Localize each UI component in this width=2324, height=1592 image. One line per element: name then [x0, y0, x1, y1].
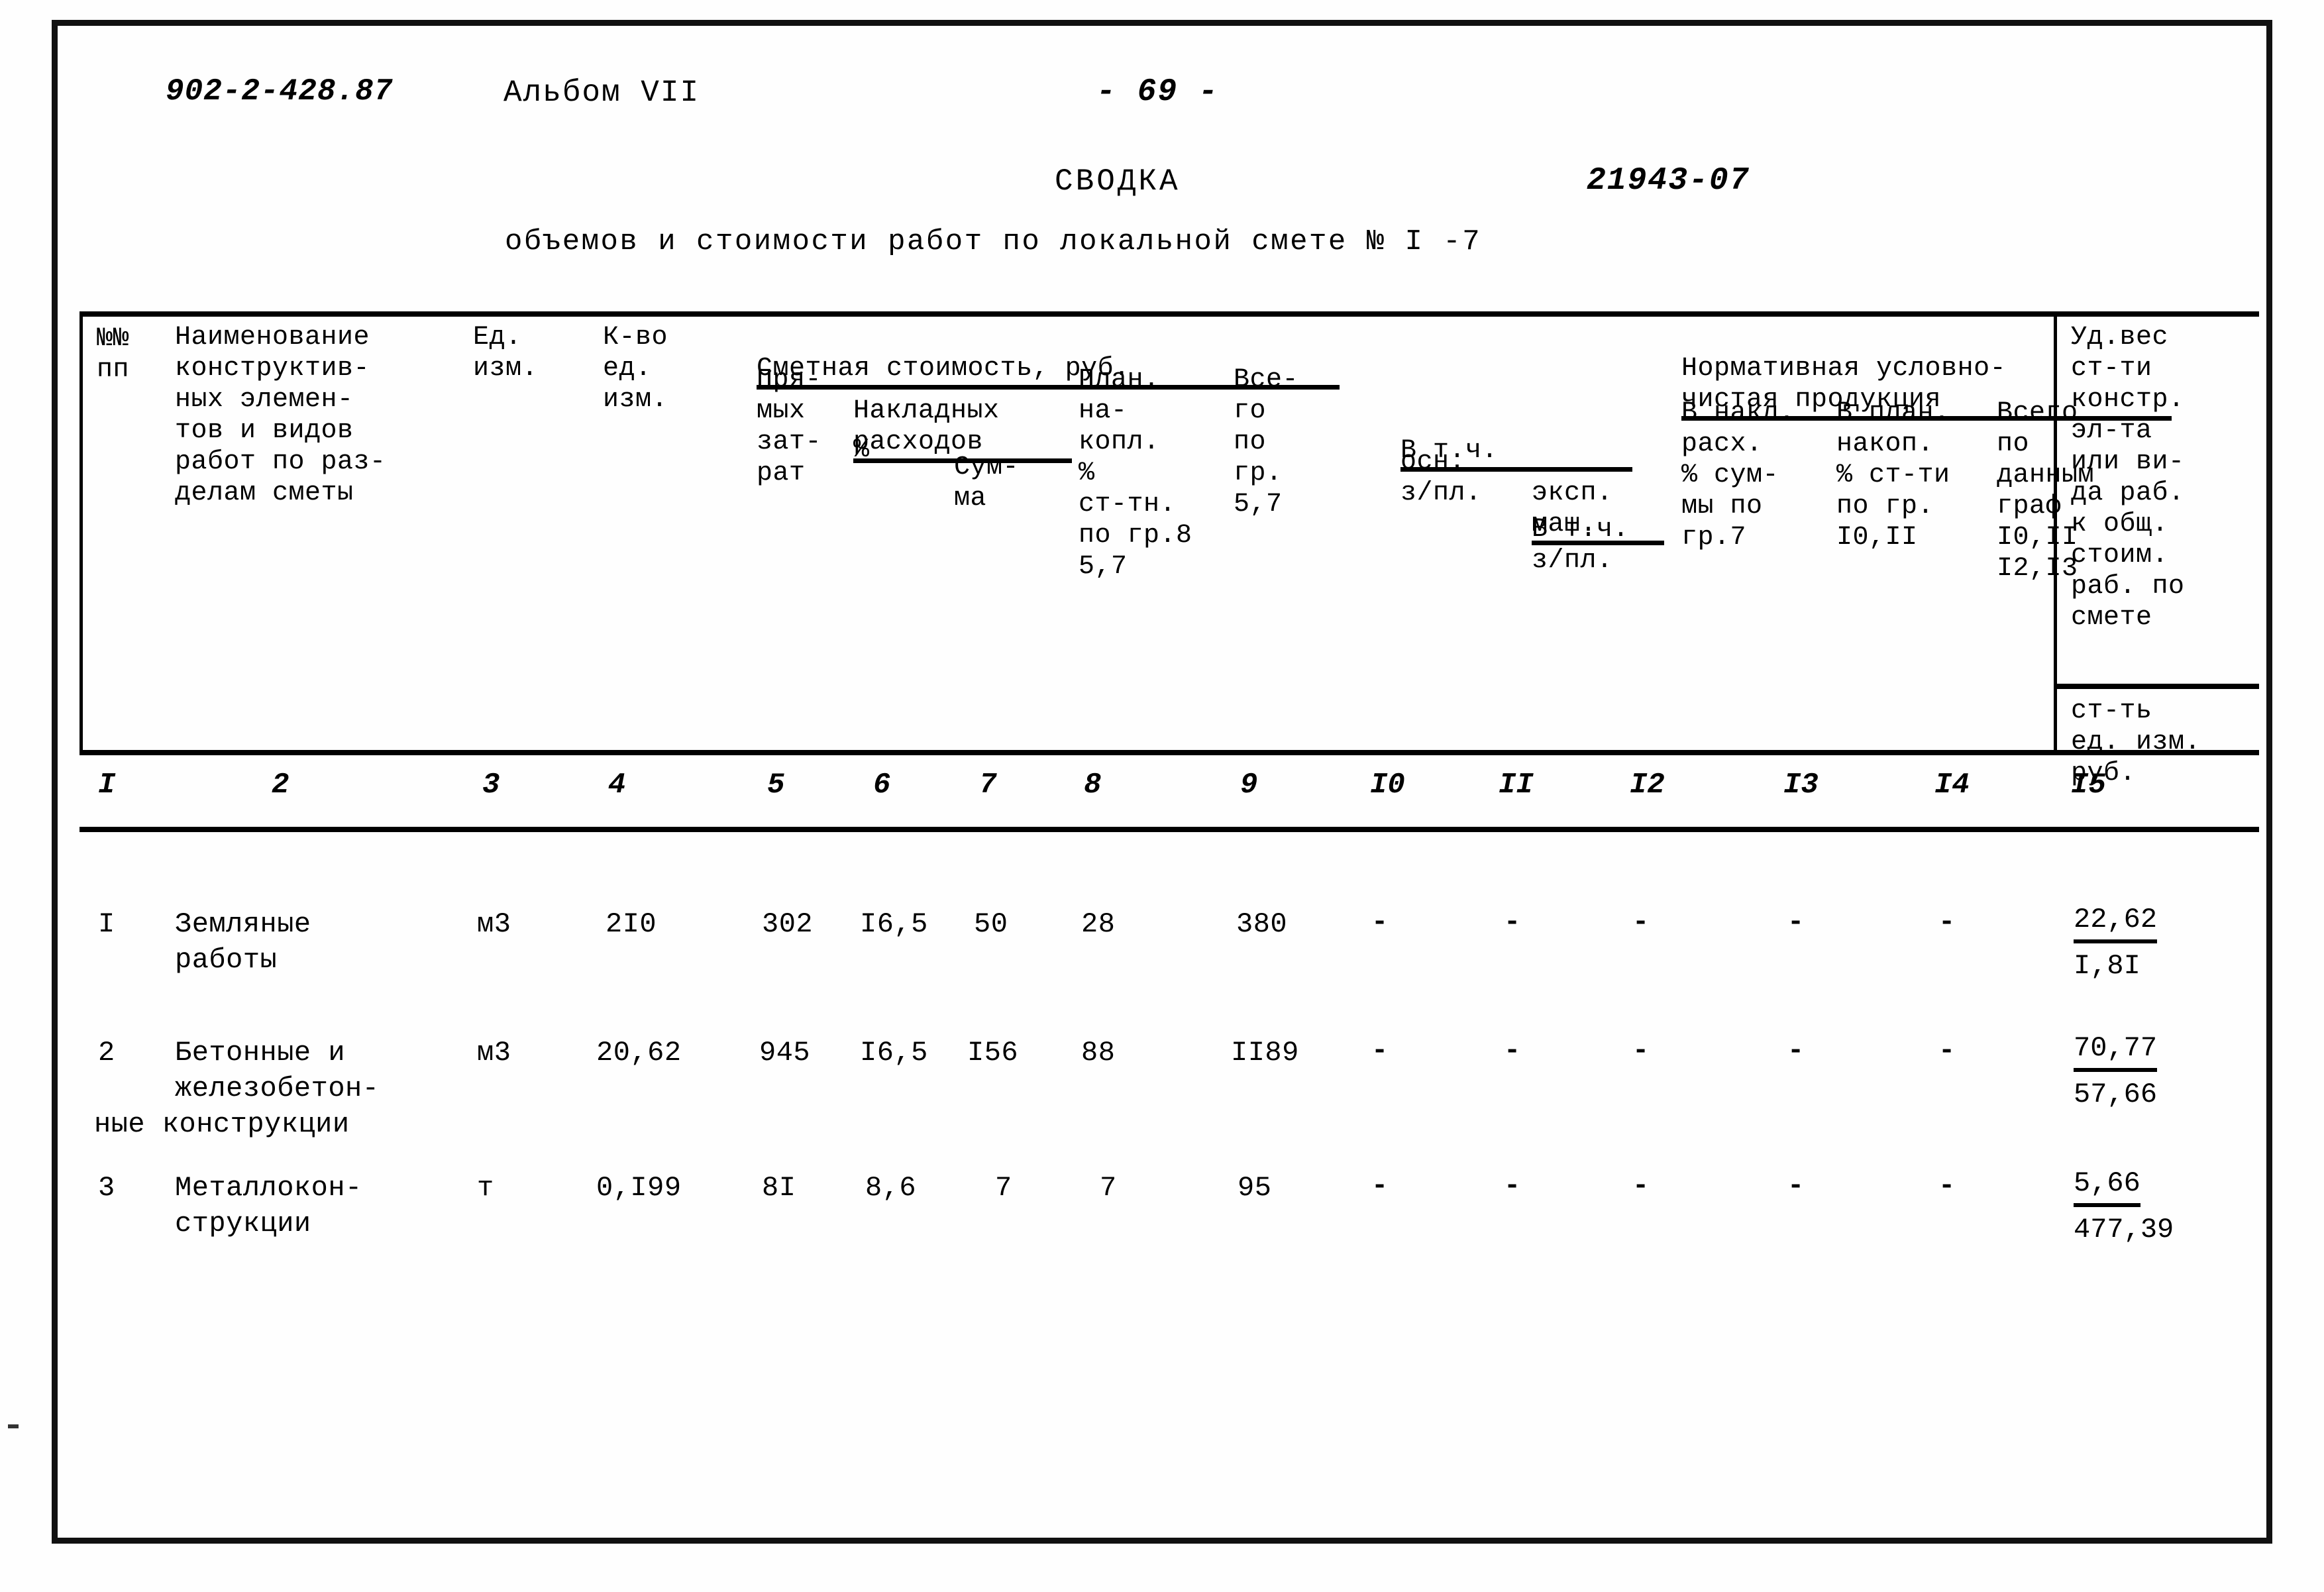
colnumber-3: 3: [482, 769, 500, 802]
row1-share-bottom: I,8I: [2074, 950, 2140, 982]
table-rule-col15-split: [2054, 684, 2259, 689]
row3-nuchp-total: -: [1938, 1170, 1956, 1202]
row1-direct: 302: [762, 908, 814, 940]
row3-machine-exp: -: [1504, 1170, 1521, 1202]
header-col10-main-wage: осн. з/пл.: [1400, 447, 1482, 508]
header-col3-unit: Ед. изм.: [473, 323, 539, 384]
row3-nuchp-overhead: -: [1632, 1170, 1650, 1202]
row1-machine-exp: -: [1504, 906, 1521, 938]
colnumber-10: I0: [1370, 769, 1405, 802]
row1-share: 22,62 I,8I: [2074, 901, 2259, 984]
album-label: Альбом VII: [503, 76, 700, 110]
header-col4-qty: К-во ед. изм.: [603, 323, 668, 415]
row2-plan-accum: 88: [1081, 1037, 1116, 1069]
table-rule-colnumbers-bottom: [79, 827, 2259, 832]
row2-no: 2: [98, 1037, 115, 1069]
row1-total: 380: [1236, 908, 1288, 940]
table-rule-colnumbers-top: [79, 750, 2259, 755]
header-col8-plan-accum: План. на- копл. % ст-тн. по гр.8 5,7: [1079, 365, 1192, 582]
row2-name: Бетонные и железобетон-: [175, 1037, 380, 1104]
row3-direct: 8I: [762, 1172, 796, 1204]
colnumber-15: I5: [2071, 769, 2106, 802]
row1-qty: 2I0: [606, 908, 657, 940]
row2-share: 70,77 57,66: [2074, 1030, 2259, 1113]
colnumber-6: 6: [873, 769, 891, 802]
table-divider-left: [79, 311, 83, 750]
row3-name: Металлокон- струкции: [175, 1172, 362, 1240]
page-edge-mark: [8, 1424, 19, 1428]
row2-unit: м3: [477, 1037, 511, 1069]
row2-share-bottom: 57,66: [2074, 1079, 2158, 1110]
row1-nuchp-total: -: [1938, 906, 1956, 938]
row2-nuchp-plan: -: [1787, 1035, 1805, 1067]
row2-nuchp-total: -: [1938, 1035, 1956, 1067]
row2-overhead-pct: I6,5: [860, 1037, 928, 1069]
row2-nuchp-overhead: -: [1632, 1035, 1650, 1067]
row3-total: 95: [1238, 1172, 1272, 1204]
row1-no: I: [98, 908, 115, 940]
row3-unit: т: [477, 1172, 494, 1204]
header-col6-overhead-pct: %: [853, 435, 870, 465]
row3-share-top: 5,66: [2074, 1165, 2140, 1207]
colnumber-4: 4: [608, 769, 626, 802]
header-col15-share: Уд.вес ст-ти констр. эл-та или ви- да ра…: [2071, 323, 2185, 633]
row3-main-wage: -: [1371, 1170, 1389, 1202]
page-border-bottom: [52, 1538, 2272, 1544]
row2-share-top: 70,77: [2074, 1030, 2158, 1072]
row2-name-overflow: ные конструкции: [94, 1108, 350, 1140]
row1-nuchp-plan: -: [1787, 906, 1805, 938]
page-border-top: [52, 20, 2272, 26]
title-reference-number: 21943-07: [1587, 163, 1750, 199]
page-border-right: [2266, 20, 2272, 1544]
colnumber-7: 7: [979, 769, 997, 802]
header-col7-overhead-sum: Сум- ма: [954, 452, 1020, 513]
row1-unit: м3: [477, 908, 511, 940]
row1-overhead-sum: 50: [974, 908, 1008, 940]
row2-qty: 20,62: [596, 1037, 682, 1069]
row3-qty: 0,I99: [596, 1172, 682, 1204]
row2-main-wage: -: [1371, 1035, 1389, 1067]
row2-total: II89: [1231, 1037, 1299, 1069]
header-col13-nuchp-plan: В план. накоп. % ст-ти по гр. I0,II: [1836, 398, 1950, 553]
colnumber-13: I3: [1783, 769, 1819, 802]
colnumber-9: 9: [1240, 769, 1258, 802]
colnumber-14: I4: [1934, 769, 1970, 802]
table-rule-header-top: [79, 311, 2259, 317]
colnumber-1: I: [98, 769, 116, 802]
row3-overhead-sum: 7: [995, 1172, 1012, 1204]
row1-share-top: 22,62: [2074, 901, 2158, 943]
header-col5-direct: Пря- мых зат- рат: [757, 365, 822, 488]
row1-nuchp-overhead: -: [1632, 906, 1650, 938]
row1-overhead-pct: I6,5: [860, 908, 928, 940]
header-col9-total: Все- го по гр. 5,7: [1234, 365, 1299, 519]
header-col1-pp: №№ пп: [97, 324, 130, 385]
header-col12-nuchp-overhead: В накл. расх. % сум- мы по гр.7: [1681, 398, 1795, 553]
page-border-left: [52, 20, 58, 1544]
page-meta-row: 902-2-428.87 Альбом VII - 69 -: [0, 74, 2324, 114]
colnumber-5: 5: [767, 769, 785, 802]
row3-share: 5,66 477,39: [2074, 1165, 2259, 1248]
row3-plan-accum: 7: [1100, 1172, 1117, 1204]
colnumber-11: II: [1499, 769, 1534, 802]
row1-plan-accum: 28: [1081, 908, 1116, 940]
colnumber-8: 8: [1084, 769, 1102, 802]
page-title: СВОДКА: [1055, 164, 1181, 199]
row3-share-bottom: 477,39: [2074, 1214, 2174, 1246]
page-number: - 69 -: [1096, 74, 1219, 110]
row3-overhead-pct: 8,6: [865, 1172, 917, 1204]
colnumber-12: I2: [1630, 769, 1665, 802]
document-code: 902-2-428.87: [166, 74, 394, 109]
colnumber-2: 2: [272, 769, 290, 802]
scanned-page: 902-2-428.87 Альбом VII - 69 - СВОДКА 21…: [0, 0, 2324, 1592]
row3-nuchp-plan: -: [1787, 1170, 1805, 1202]
row2-machine-exp: -: [1504, 1035, 1521, 1067]
row2-direct: 945: [759, 1037, 811, 1069]
row1-name: Земляные работы: [175, 908, 311, 976]
row1-main-wage: -: [1371, 906, 1389, 938]
page-subtitle: объемов и стоимости работ по локальной с…: [505, 225, 1482, 258]
row2-overhead-sum: I56: [967, 1037, 1019, 1069]
row3-no: 3: [98, 1172, 115, 1204]
header-col11-machine-sub: В т.ч. з/пл.: [1532, 515, 1630, 576]
header-col2-name: Наименование конструктив- ных элемен- то…: [175, 323, 386, 508]
